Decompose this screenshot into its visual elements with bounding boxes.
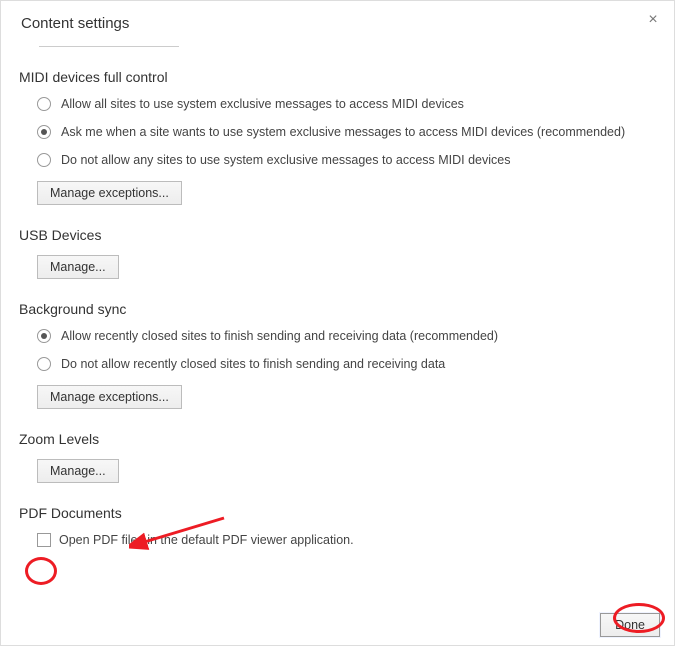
zoom-manage-button[interactable]: Manage... [37, 459, 119, 483]
close-icon[interactable]: × [646, 13, 660, 27]
option-label: Do not allow any sites to use system exc… [61, 153, 511, 167]
content-settings-dialog: Content settings × MIDI devices full con… [0, 0, 675, 646]
option-label: Allow recently closed sites to finish se… [61, 329, 498, 343]
settings-scroll-area[interactable]: MIDI devices full control Allow all site… [1, 40, 674, 604]
radio-icon[interactable] [37, 125, 51, 139]
section-background-sync: Background sync Allow recently closed si… [19, 301, 660, 409]
midi-option-ask[interactable]: Ask me when a site wants to use system e… [37, 125, 660, 139]
section-usb: USB Devices Manage... [19, 227, 660, 279]
midi-option-allow[interactable]: Allow all sites to use system exclusive … [37, 97, 660, 111]
radio-icon[interactable] [37, 153, 51, 167]
bgsync-manage-exceptions-button[interactable]: Manage exceptions... [37, 385, 182, 409]
section-title-pdf: PDF Documents [19, 505, 660, 521]
option-label: Do not allow recently closed sites to fi… [61, 357, 445, 371]
option-label: Open PDF files in the default PDF viewer… [59, 533, 354, 547]
option-label: Allow all sites to use system exclusive … [61, 97, 464, 111]
radio-icon[interactable] [37, 329, 51, 343]
section-title-zoom: Zoom Levels [19, 431, 660, 447]
usb-manage-button[interactable]: Manage... [37, 255, 119, 279]
section-title-bgsync: Background sync [19, 301, 660, 317]
midi-manage-exceptions-button[interactable]: Manage exceptions... [37, 181, 182, 205]
checkbox-icon[interactable] [37, 533, 51, 547]
done-button[interactable]: Done [600, 613, 660, 637]
dialog-footer: Done [1, 604, 674, 645]
midi-option-deny[interactable]: Do not allow any sites to use system exc… [37, 153, 660, 167]
option-label: Ask me when a site wants to use system e… [61, 125, 625, 139]
bgsync-option-allow[interactable]: Allow recently closed sites to finish se… [37, 329, 660, 343]
pdf-option-default-viewer[interactable]: Open PDF files in the default PDF viewer… [37, 533, 660, 547]
radio-icon[interactable] [37, 357, 51, 371]
bgsync-option-deny[interactable]: Do not allow recently closed sites to fi… [37, 357, 660, 371]
section-pdf: PDF Documents Open PDF files in the defa… [19, 505, 660, 547]
section-title-midi: MIDI devices full control [19, 69, 660, 85]
dialog-header: Content settings × [1, 1, 674, 40]
section-zoom: Zoom Levels Manage... [19, 431, 660, 483]
section-divider [39, 46, 179, 47]
section-midi: MIDI devices full control Allow all site… [19, 69, 660, 205]
dialog-title: Content settings [21, 15, 654, 32]
radio-icon[interactable] [37, 97, 51, 111]
section-title-usb: USB Devices [19, 227, 660, 243]
